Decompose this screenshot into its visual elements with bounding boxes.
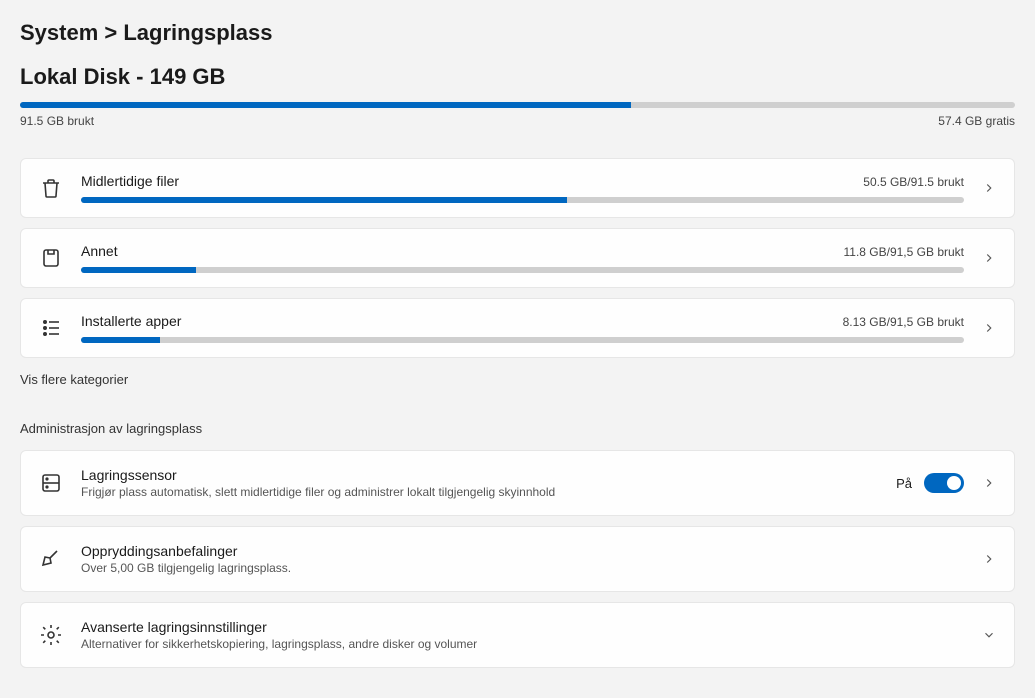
cleanup-recommendations-card[interactable]: Oppryddingsanbefalinger Over 5,00 GB til… xyxy=(20,526,1015,592)
disk-usage-fill xyxy=(20,102,631,108)
show-more-categories-link[interactable]: Vis flere kategorier xyxy=(20,372,1015,387)
disk-usage-bar xyxy=(20,102,1015,108)
category-title: Annet xyxy=(81,243,118,259)
advanced-storage-card[interactable]: Avanserte lagringsinnstillinger Alternat… xyxy=(20,602,1015,668)
storage-sense-toggle[interactable] xyxy=(924,473,964,493)
chevron-right-icon xyxy=(982,321,996,335)
chevron-right-icon xyxy=(982,181,996,195)
cleanup-sub: Over 5,00 GB tilgjengelig lagringsplass. xyxy=(81,561,964,575)
advanced-title: Avanserte lagringsinnstillinger xyxy=(81,619,964,635)
storage-category-card[interactable]: Midlertidige filer 50.5 GB/91.5 brukt xyxy=(20,158,1015,218)
storage-category-card[interactable]: Installerte apper 8.13 GB/91,5 GB brukt xyxy=(20,298,1015,358)
package-icon xyxy=(39,246,63,270)
broom-icon xyxy=(39,547,63,571)
toggle-knob xyxy=(947,476,961,490)
storage-category-card[interactable]: Annet 11.8 GB/91,5 GB brukt xyxy=(20,228,1015,288)
breadcrumb: System > Lagringsplass xyxy=(20,20,1015,46)
cleanup-title: Oppryddingsanbefalinger xyxy=(81,543,964,559)
category-bar xyxy=(81,197,964,203)
trash-icon xyxy=(39,176,63,200)
storage-sense-title: Lagringssensor xyxy=(81,467,878,483)
category-bar-fill xyxy=(81,337,160,343)
advanced-sub: Alternativer for sikkerhetskopiering, la… xyxy=(81,637,964,651)
storage-management-header: Administrasjon av lagringsplass xyxy=(20,421,1015,436)
storage-sense-card[interactable]: Lagringssensor Frigjør plass automatisk,… xyxy=(20,450,1015,516)
category-bar xyxy=(81,267,964,273)
category-usage: 11.8 GB/91,5 GB brukt xyxy=(843,245,964,259)
storage-icon xyxy=(39,471,63,495)
chevron-right-icon xyxy=(982,552,996,566)
gear-icon xyxy=(39,623,63,647)
category-title: Installerte apper xyxy=(81,313,181,329)
chevron-right-icon xyxy=(982,476,996,490)
category-title: Midlertidige filer xyxy=(81,173,179,189)
storage-sense-sub: Frigjør plass automatisk, slett midlerti… xyxy=(81,485,878,499)
category-usage: 50.5 GB/91.5 brukt xyxy=(863,175,964,189)
disk-title: Lokal Disk - 149 GB xyxy=(20,64,1015,90)
disk-used-label: 91.5 GB brukt xyxy=(20,114,94,128)
chevron-right-icon xyxy=(982,251,996,265)
disk-free-label: 57.4 GB gratis xyxy=(938,114,1015,128)
apps-icon xyxy=(39,316,63,340)
category-bar-fill xyxy=(81,267,196,273)
category-usage: 8.13 GB/91,5 GB brukt xyxy=(843,315,964,329)
category-bar xyxy=(81,337,964,343)
chevron-down-icon xyxy=(982,628,996,642)
category-bar-fill xyxy=(81,197,567,203)
storage-sense-state: På xyxy=(896,476,912,491)
